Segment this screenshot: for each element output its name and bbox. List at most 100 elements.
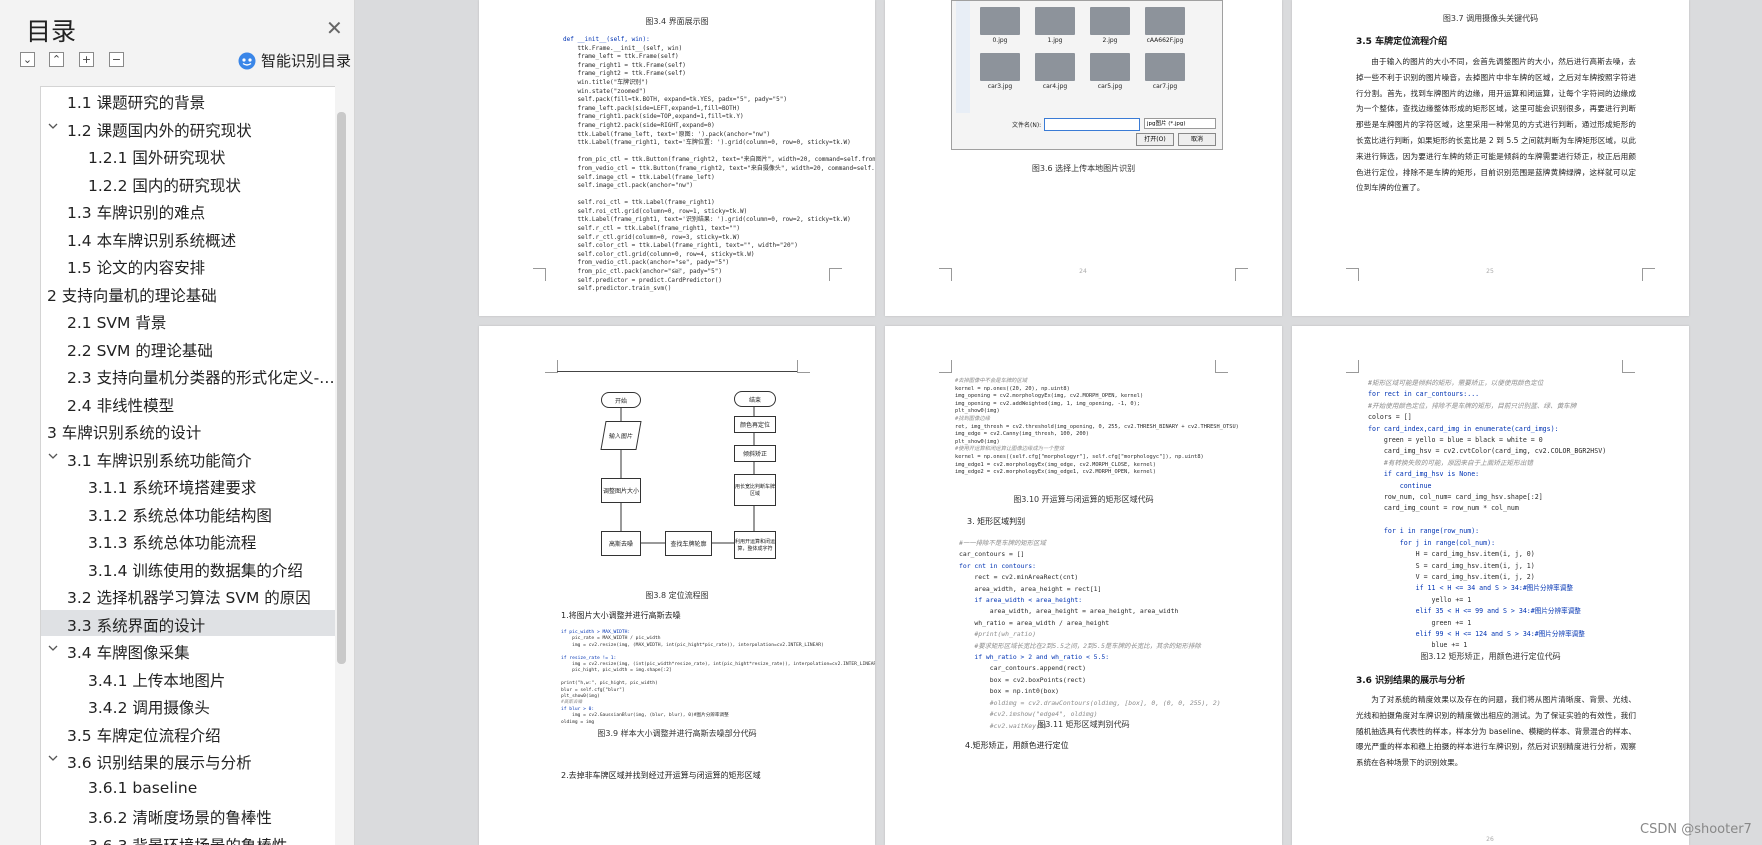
code-line: green = yello = blue = black = white = 0 — [1368, 436, 1543, 445]
toc-item[interactable]: 1.4 本车牌识别系统概述 — [41, 225, 335, 251]
crop-mark — [1642, 268, 1655, 281]
code-line: for cnt in contours: — [959, 561, 1036, 570]
toc-item[interactable]: 2.4 非线性模型 — [41, 390, 335, 416]
code-line: colors = [] — [1368, 413, 1412, 422]
toc-item-label: 3.2 选择机器学习算法 SVM 的原因 — [67, 589, 311, 607]
image-thumbnail[interactable] — [1145, 7, 1185, 35]
toc-item[interactable]: 1.5 论文的内容安排 — [41, 252, 335, 278]
image-thumbnail[interactable] — [980, 7, 1020, 35]
code-line: if wh_ratio > 2 and wh_ratio < 5.5: — [959, 653, 1110, 662]
crop-mark — [1622, 360, 1635, 373]
toc-item-label: 2 支持向量机的理论基础 — [47, 286, 217, 305]
open-button[interactable]: 打开(O) — [1136, 133, 1174, 146]
code-line: img_edge = cv2.Canny(img_thresh, 100, 20… — [955, 431, 1089, 438]
filename-input[interactable] — [1044, 118, 1140, 131]
body-paragraph: 为了对系统的精度效果以及存在的问题，我们将从图片清晰度、背景、光线、光线和拍摄角… — [1356, 695, 1636, 768]
toc-item[interactable]: 3.6.1 baseline — [41, 775, 335, 801]
flow-input: 输入图片 — [600, 421, 642, 450]
code-line: #print(wh_ratio) — [959, 630, 1036, 639]
toc-item-label: 3.5 车牌定位流程介绍 — [67, 726, 221, 745]
figure-caption: 图3.11 矩形区域判别代码 — [1037, 720, 1130, 729]
sidebar-title: 目录 — [26, 17, 77, 46]
flow-start: 开始 — [601, 392, 641, 408]
chevron-down-icon[interactable] — [47, 642, 59, 654]
close-icon[interactable]: ✕ — [326, 16, 343, 40]
toc-item-label: 3.6.2 清晰度场景的鲁棒性 — [88, 809, 272, 827]
toc-item[interactable]: 3.1.4 训练使用的数据集的介绍 — [41, 555, 335, 581]
toc-item[interactable]: 3.1 车牌识别系统功能简介 — [41, 445, 335, 471]
section-heading: 3.6 识别结果的展示与分析 — [1356, 676, 1466, 686]
code-line: frame_left.pack(side=LEFT,expand=1,fill=… — [563, 104, 741, 112]
toc-item[interactable]: 2.1 SVM 背景 — [41, 307, 335, 333]
chevron-down-icon[interactable] — [47, 752, 59, 764]
toc-item[interactable]: 1.2.2 国内的研究现状 — [41, 170, 335, 196]
code-line: from_pic_ctl = ttk.Button(frame_right2, … — [563, 156, 875, 164]
toc-item[interactable]: 3.2 选择机器学习算法 SVM 的原因 — [41, 582, 335, 608]
remove-entry-icon[interactable]: − — [109, 52, 124, 67]
chevron-down-icon[interactable] — [47, 450, 59, 462]
toc-item[interactable]: 3.1.1 系统环境搭建要求 — [41, 472, 335, 498]
chevron-down-icon[interactable] — [47, 120, 59, 132]
image-thumbnail[interactable] — [1035, 7, 1075, 35]
toc-item[interactable]: 3.6 识别结果的展示与分析 — [41, 747, 335, 773]
toc-item[interactable]: 1.2 课题国内外的研究现状 — [41, 115, 335, 141]
code-line: self.roi_ctl = ttk.Label(frame_right1) — [563, 199, 715, 207]
expand-all-icon[interactable]: ⌃ — [49, 52, 64, 67]
code-line: img_opening = cv2.addWeighted(img, 1, im… — [955, 400, 1140, 407]
toc-item[interactable]: 2.2 SVM 的理论基础 — [41, 335, 335, 361]
figure-caption: 图3.12 矩形矫正，用颜色进行定位代码 — [1420, 652, 1561, 661]
code-line: self.r_ctl.grid(column=0, row=3, sticky=… — [563, 233, 741, 241]
toc-item-label: 1.5 论文的内容安排 — [67, 259, 206, 277]
toc-item-label: 2.2 SVM 的理论基础 — [67, 341, 213, 360]
toc-item[interactable]: 3.5 车牌定位流程介绍 — [41, 720, 335, 746]
code-line: #去掉图像中不会是车牌的区域 — [955, 378, 1028, 384]
add-entry-icon[interactable]: + — [79, 52, 94, 67]
toc-item[interactable]: 1.3 车牌识别的难点 — [41, 197, 335, 223]
toc-scrollbar[interactable] — [337, 112, 346, 664]
cancel-button[interactable]: 取消 — [1178, 133, 1216, 146]
toc-item[interactable]: 3.6.2 清晰度场景的鲁棒性 — [41, 802, 335, 828]
toc-item[interactable]: 2.3 支持向量机分类器的形式化定义-… — [41, 362, 335, 388]
code-line: frame_right1.pack(side=TOP,expand=1,fill… — [563, 113, 744, 121]
toc-item[interactable]: 3.3 系统界面的设计 — [41, 609, 335, 636]
image-thumbnail[interactable] — [1035, 53, 1075, 81]
code-line: yello += 1 — [1368, 595, 1472, 604]
code-line: #要求矩形区域长宽比在2到5.5之间，2到5.5是车牌的长宽比，其余的矩形排除 — [959, 641, 1201, 650]
thumbnail-label: car7.jpg — [1152, 83, 1178, 90]
toc-item[interactable]: 3.4 车牌图像采集 — [41, 637, 335, 663]
toc-item[interactable]: 3 车牌识别系统的设计 — [41, 417, 335, 443]
collapse-all-icon[interactable]: ⌄ — [20, 52, 35, 67]
code-line: kernel = np.ones((self.cfg["morphologyr"… — [955, 453, 1204, 460]
image-thumbnail[interactable] — [1090, 53, 1130, 81]
image-thumbnail[interactable] — [980, 53, 1020, 81]
code-line: for card_index,card_img in enumerate(car… — [1368, 424, 1559, 433]
toc-item[interactable]: 3.6.3 背景环境场景的鲁棒性 — [41, 830, 335, 845]
toc-item[interactable]: 1.2.1 国外研究现状 — [41, 142, 335, 168]
filetype-select[interactable]: jpg图片 (*.jpg) — [1144, 118, 1216, 129]
toc-item-label: 3.1 车牌识别系统功能简介 — [67, 451, 252, 470]
code-line: for rect in car_contours:... — [1368, 390, 1480, 399]
figure-caption: 图3.8 定位流程图 — [645, 591, 709, 600]
smart-toc-button[interactable]: 智能识别目录 — [238, 50, 351, 71]
code-line: rect = cv2.minAreaRect(cnt) — [959, 573, 1079, 582]
toc-item[interactable]: 3.4.2 调用摄像头 — [41, 692, 335, 718]
toc-item[interactable]: 2 支持向量机的理论基础 — [41, 280, 335, 306]
image-thumbnail[interactable] — [1145, 53, 1185, 81]
code-line: self.color_ctl.grid(column=0, row=4, sti… — [563, 250, 755, 258]
toc-item-label: 3.1.1 系统环境搭建要求 — [88, 479, 257, 497]
code-line: continue — [1368, 481, 1432, 490]
toc-item[interactable]: 3.4.1 上传本地图片 — [41, 665, 335, 691]
code-line: row_num, col_num= card_img_hsv.shape[:2] — [1368, 493, 1543, 502]
toc-item[interactable]: 3.1.2 系统总体功能结构图 — [41, 500, 335, 526]
toc-item[interactable]: 1.1 课题研究的背景 — [41, 87, 335, 113]
crop-mark — [1346, 268, 1359, 281]
flow-gauss: 高斯去噪 — [601, 531, 641, 556]
flow-judge: 用长宽比判断车牌区域 — [734, 474, 776, 506]
toc-item[interactable]: 3.1.3 系统总体功能流程 — [41, 527, 335, 553]
step-text: 1.将图片大小调整并进行高斯去噪 — [561, 611, 681, 620]
document-page: 图3.4 界面展示图 def __init__(self, win): ttk.… — [479, 0, 875, 316]
code-line: card_img_hsv = cv2.cvtColor(card_img, cv… — [1368, 447, 1607, 456]
image-thumbnail[interactable] — [1090, 7, 1130, 35]
toc-item-label: 3.4.1 上传本地图片 — [88, 671, 226, 690]
